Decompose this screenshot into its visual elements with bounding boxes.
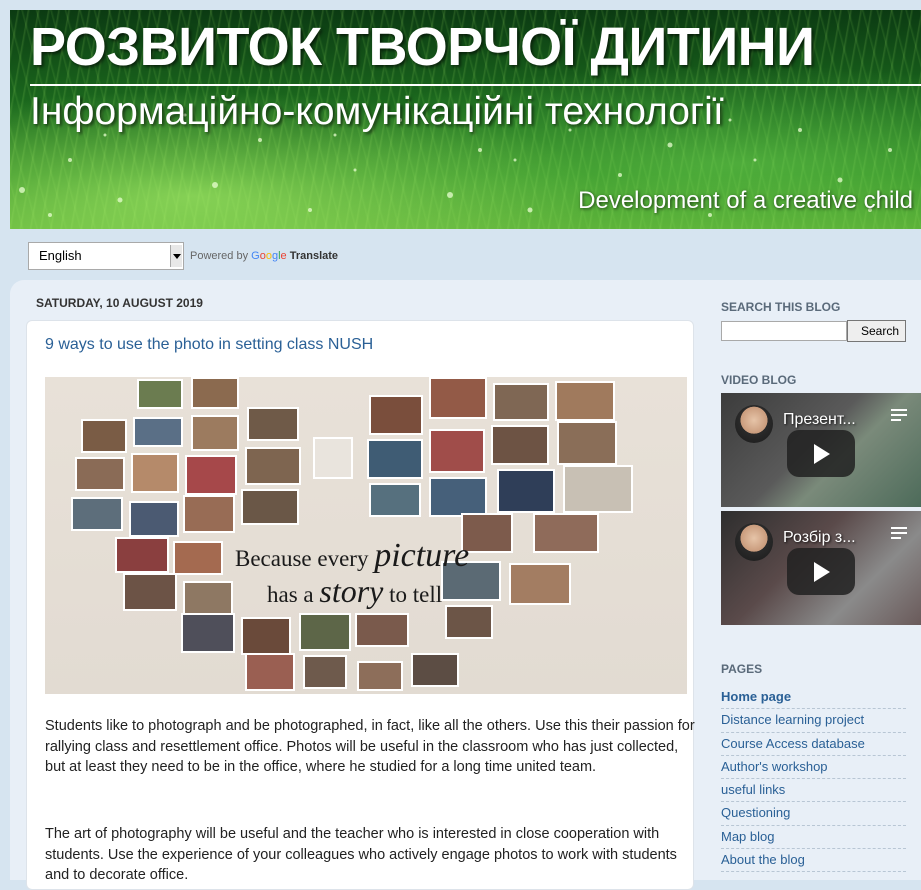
post-title-link[interactable]: 9 ways to use the photo in setting class… (45, 336, 373, 354)
photo-thumbnail (191, 415, 239, 451)
translate-link[interactable]: Translate (290, 250, 338, 262)
photo-thumbnail (491, 425, 549, 465)
photo-thumbnail (133, 417, 183, 447)
search-heading: Search This Blog (721, 300, 841, 314)
playlist-icon[interactable] (891, 409, 907, 423)
video-title[interactable]: Презент... (783, 411, 856, 429)
pages-heading: Pages (721, 662, 763, 676)
post-paragraph: The art of photography will be useful an… (45, 826, 677, 883)
page-link-distance-learning[interactable]: Distance learning project (721, 709, 906, 733)
title-divider (30, 84, 921, 86)
photo-thumbnail (299, 613, 351, 651)
page-link-about-blog[interactable]: About the blog (721, 849, 906, 873)
photo-thumbnail (445, 605, 493, 639)
photo-thumbnail (357, 661, 403, 691)
video-title[interactable]: Розбір з... (783, 529, 856, 547)
google-translate-widget: English Powered by Google Translate (28, 240, 338, 272)
channel-avatar (735, 523, 773, 561)
language-select-value: English (39, 248, 82, 263)
google-logo: Google (251, 250, 287, 262)
photo-thumbnail (493, 383, 549, 421)
photo-thumbnail (563, 465, 633, 513)
photo-thumbnail (123, 573, 177, 611)
video-blog-heading: Video Blog (721, 373, 797, 387)
image-quote-line-2: has a story to tell (267, 573, 443, 609)
blog-tagline: Development of a creative child (578, 187, 913, 214)
photo-thumbnail (429, 429, 485, 473)
post-date: Saturday, 10 August 2019 (36, 296, 203, 310)
photo-thumbnail (367, 439, 423, 479)
photo-thumbnail (303, 655, 347, 689)
photo-thumbnail (75, 457, 125, 491)
page-link-map-blog[interactable]: Map blog (721, 826, 906, 850)
photo-thumbnail (247, 407, 299, 441)
blog-subtitle: Інформаційно-комунікаційні технології (30, 90, 724, 133)
photo-thumbnail (241, 617, 291, 655)
page-link-useful-links[interactable]: useful links (721, 779, 906, 803)
image-quote-line-1: Because every picture (235, 537, 470, 574)
play-button-icon[interactable] (787, 430, 855, 477)
video-embed[interactable]: Презент... (721, 393, 921, 507)
page-link-home[interactable]: Home page (721, 686, 906, 710)
photo-thumbnail (369, 395, 423, 435)
photo-thumbnail (245, 447, 301, 485)
photo-thumbnail (185, 455, 237, 495)
page-link-authors-workshop[interactable]: Author's workshop (721, 756, 906, 780)
photo-thumbnail (245, 653, 295, 691)
photo-thumbnail (131, 453, 179, 493)
powered-by-label: Powered by (190, 250, 249, 262)
pages-list: Home page Distance learning project Cour… (721, 686, 906, 873)
chevron-down-icon[interactable] (170, 245, 182, 267)
photo-thumbnail (429, 477, 487, 517)
photo-thumbnail (181, 613, 235, 653)
photo-thumbnail (313, 437, 353, 479)
photo-thumbnail (555, 381, 615, 421)
page-link-questioning[interactable]: Questioning (721, 802, 906, 826)
photo-thumbnail (183, 495, 235, 533)
play-button-icon[interactable] (787, 548, 855, 595)
search-input[interactable] (721, 321, 847, 341)
post-image[interactable]: Because every picture has a story to tel… (45, 377, 687, 694)
search-button[interactable]: Search (847, 320, 906, 342)
photo-thumbnail (129, 501, 179, 537)
photo-thumbnail (429, 377, 487, 419)
photo-thumbnail (71, 497, 123, 531)
page-link-course-access-database[interactable]: Course Access database (721, 733, 906, 756)
photo-thumbnail (509, 563, 571, 605)
photo-thumbnail (115, 537, 169, 573)
playlist-icon[interactable] (891, 527, 907, 541)
photo-thumbnail (533, 513, 599, 553)
photo-thumbnail (183, 581, 233, 615)
photo-thumbnail (355, 613, 409, 647)
channel-avatar (735, 405, 773, 443)
photo-thumbnail (557, 421, 617, 465)
photo-thumbnail (81, 419, 127, 453)
photo-thumbnail (497, 469, 555, 513)
photo-thumbnail (369, 483, 421, 517)
photo-thumbnail (241, 489, 299, 525)
language-select[interactable]: English (28, 242, 184, 270)
photo-thumbnail (411, 653, 459, 687)
post-paragraph: Students like to photograph and be photo… (45, 718, 695, 775)
blog-title[interactable]: РОЗВИТОК ТВОРЧОЇ ДИТИНИ (30, 16, 815, 78)
photo-thumbnail (137, 379, 183, 409)
photo-thumbnail (173, 541, 223, 575)
blog-header[interactable]: РОЗВИТОК ТВОРЧОЇ ДИТИНИ Інформаційно-ком… (10, 10, 921, 229)
video-embed[interactable]: Розбір з... (721, 511, 921, 625)
photo-thumbnail (191, 377, 239, 409)
powered-by-google-translate[interactable]: Powered by Google Translate (190, 250, 338, 262)
